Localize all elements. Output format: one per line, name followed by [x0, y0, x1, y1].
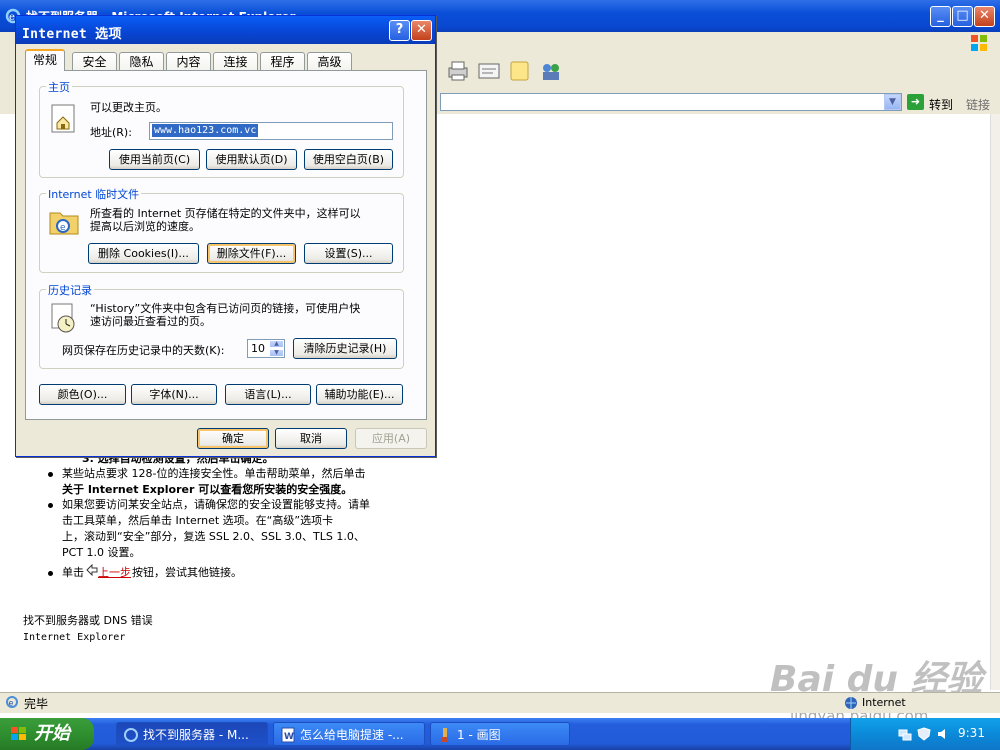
help-button[interactable]: ? — [389, 20, 410, 41]
page-done-icon: e — [6, 696, 18, 708]
paint-brush-icon — [442, 728, 448, 742]
home-page-icon — [51, 104, 75, 133]
ok-button[interactable]: 确定 — [197, 428, 269, 449]
vertical-scrollbar[interactable] — [990, 114, 1000, 690]
bullet2-line1: 如果您要访问某安全站点，请确保您的安全设置能够支持。请单 — [62, 498, 370, 511]
volume-icon[interactable] — [936, 727, 950, 741]
history-group-title: 历史记录 — [46, 282, 94, 298]
start-label: 开始 — [34, 723, 70, 744]
tab-general[interactable]: 常规 — [25, 49, 65, 71]
home-address-input[interactable]: www.hao123.com.vc — [149, 122, 393, 140]
tab-programs[interactable]: 程序 — [260, 52, 305, 70]
spin-up-icon[interactable]: ▲ — [269, 340, 284, 348]
history-clock-icon — [51, 303, 75, 333]
bullet-marker — [48, 571, 53, 576]
clear-history-button[interactable]: 清除历史记录(H) — [293, 338, 397, 359]
bullet1-line1: 某些站点要求 128-位的连接安全性。单击帮助菜单，然后单击 — [62, 467, 366, 480]
browser-address-input[interactable] — [440, 93, 902, 111]
delete-files-button[interactable]: 删除文件(F)... — [207, 243, 296, 264]
history-desc-line2: 速访问最近查看过的页。 — [90, 315, 211, 328]
delete-cookies-button[interactable]: 删除 Cookies(I)... — [88, 243, 199, 264]
windows-logo-icon — [971, 35, 987, 51]
apply-button[interactable]: 应用(A) — [355, 428, 427, 449]
bullet2-line2: 击工具菜单，然后单击 Internet 选项。在“高级”选项卡 — [62, 514, 334, 527]
network-icon[interactable] — [898, 727, 912, 741]
shield-icon[interactable] — [917, 727, 931, 741]
taskbar-item-label: 1 - 画图 — [457, 728, 501, 742]
home-address-value: www.hao123.com.vc — [152, 124, 259, 137]
use-default-button[interactable]: 使用默认页(D) — [206, 149, 297, 170]
taskbar-item-label: 怎么给电脑提速 -... — [300, 728, 404, 742]
taskbar-item-word[interactable]: W 怎么给电脑提速 -... — [273, 722, 425, 746]
temp-files-desc-line2: 提高以后浏览的速度。 — [90, 220, 200, 233]
internet-zone-icon — [845, 697, 857, 709]
colors-button[interactable]: 颜色(O)... — [39, 384, 126, 405]
cancel-button[interactable]: 取消 — [275, 428, 347, 449]
start-button[interactable]: 开始 — [0, 718, 94, 750]
tab-privacy[interactable]: 隐私 — [119, 52, 164, 70]
security-zone-label: Internet — [862, 696, 906, 709]
bullet-marker — [48, 472, 53, 477]
svg-text:e: e — [9, 699, 14, 708]
taskbar-item-ie[interactable]: 找不到服务器 - M... — [116, 722, 268, 746]
address-label: 地址(R): — [90, 126, 132, 139]
ie-icon — [124, 728, 138, 742]
bullet2-line4: PCT 1.0 设置。 — [62, 546, 141, 559]
bullet2-line3: 上，滚动到“安全”部分，复选 SSL 2.0、SSL 3.0、TLS 1.0、 — [62, 530, 365, 543]
minimize-button[interactable]: _ — [930, 6, 951, 27]
temp-files-folder-icon: e — [49, 212, 79, 235]
history-days-label: 网页保存在历史记录中的天数(K): — [62, 344, 225, 357]
home-description: 可以更改主页。 — [90, 101, 167, 114]
tab-content[interactable]: 内容 — [166, 52, 211, 70]
discuss-icon[interactable] — [508, 60, 532, 82]
links-label[interactable]: 链接 — [966, 96, 990, 113]
messenger-icon[interactable] — [539, 60, 563, 82]
back-arrow-icon — [86, 564, 98, 576]
svg-text:e: e — [60, 223, 66, 233]
tab-connections[interactable]: 连接 — [213, 52, 258, 70]
bullet-marker — [48, 503, 53, 508]
accessibility-button[interactable]: 辅助功能(E)... — [316, 384, 403, 405]
bullet3-prefix: 单击 — [62, 566, 84, 579]
go-arrow-icon[interactable]: ➜ — [907, 94, 924, 110]
taskbar-item-label: 找不到服务器 - M... — [143, 728, 249, 742]
address-dropdown-icon[interactable]: ▼ — [884, 94, 901, 110]
maximize-button[interactable]: □ — [952, 6, 973, 27]
settings-button[interactable]: 设置(S)... — [304, 243, 393, 264]
dialog-close-button[interactable]: ✕ — [411, 20, 432, 41]
print-icon[interactable] — [446, 60, 470, 82]
back-link[interactable]: 上一步 — [98, 565, 131, 581]
home-group-title: 主页 — [46, 79, 72, 95]
windows-flag-icon — [11, 727, 26, 740]
bullet1-line2: 关于 Internet Explorer 可以查看您所安装的安全强度。 — [62, 483, 353, 496]
dialog-title: Internet 选项 — [22, 27, 122, 42]
languages-button[interactable]: 语言(L)... — [225, 384, 311, 405]
svg-text:W: W — [284, 732, 294, 742]
use-blank-button[interactable]: 使用空白页(B) — [304, 149, 393, 170]
go-button[interactable]: 转到 — [929, 96, 953, 113]
status-text: 完毕 — [24, 697, 49, 711]
bullet3-suffix: 按钮，尝试其他链接。 — [132, 566, 242, 579]
clock: 9:31 — [958, 726, 985, 740]
tab-security[interactable]: 安全 — [72, 52, 117, 70]
window-close-button[interactable]: ✕ — [974, 6, 995, 27]
spin-down-icon[interactable]: ▼ — [269, 349, 284, 357]
temp-files-group-title: Internet 临时文件 — [46, 186, 142, 202]
use-current-button[interactable]: 使用当前页(C) — [109, 149, 200, 170]
error-subtitle: Internet Explorer — [23, 632, 126, 643]
taskbar-item-paint[interactable]: 1 - 画图 — [430, 722, 570, 746]
edit-icon[interactable] — [477, 60, 501, 82]
word-document-icon: W — [281, 727, 295, 743]
fonts-button[interactable]: 字体(N)... — [131, 384, 217, 405]
tab-advanced[interactable]: 高级 — [307, 52, 352, 70]
error-title: 找不到服务器或 DNS 错误 — [23, 614, 153, 627]
